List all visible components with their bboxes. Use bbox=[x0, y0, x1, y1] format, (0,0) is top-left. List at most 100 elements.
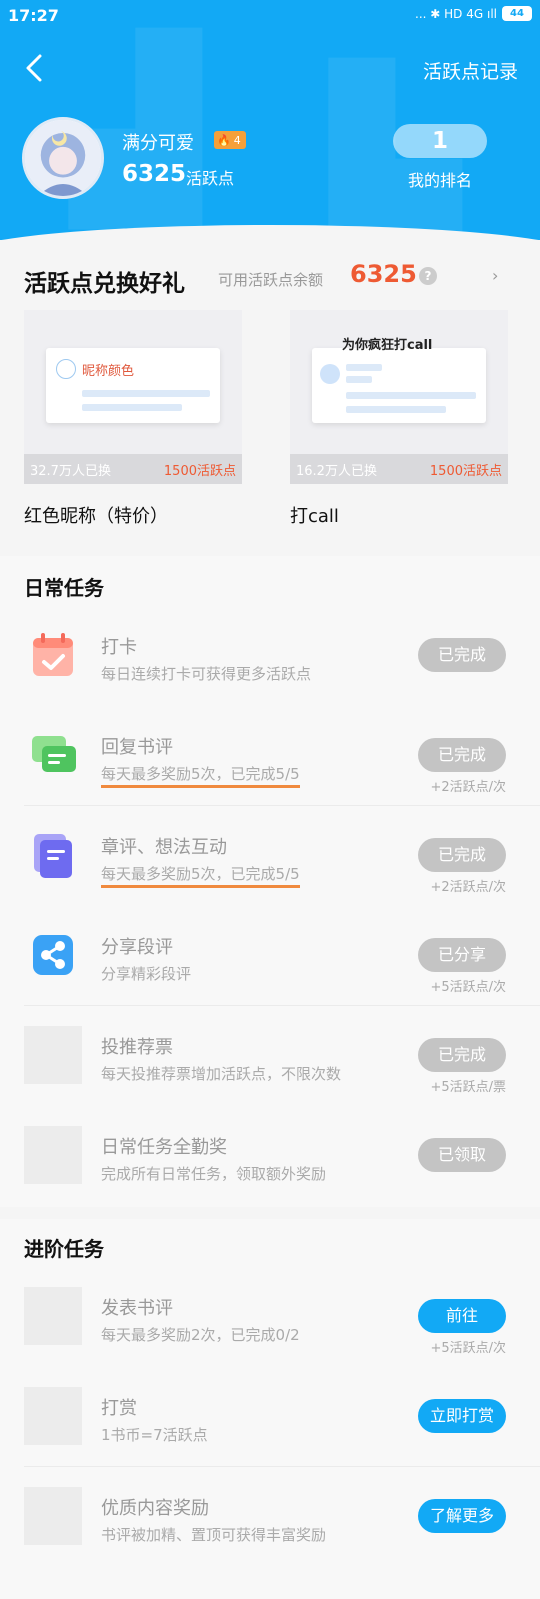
header: ▟ ▙ 17:27 ... ✱ HD 4G ıll 44 活跃点记录 满分可爱 … bbox=[0, 0, 540, 240]
task-tip: 打赏 1书币=7活跃点 立即打赏 bbox=[0, 1367, 540, 1467]
avatar-illustration bbox=[25, 120, 101, 196]
vote-icon bbox=[24, 1026, 82, 1084]
task-title: 打卡 bbox=[101, 637, 137, 658]
chevron-right-icon[interactable]: › bbox=[492, 266, 498, 285]
task-description: 每天最多奖励5次，已完成5/5 bbox=[101, 763, 300, 788]
gift-icon bbox=[24, 1126, 82, 1184]
rank-label: 我的排名 bbox=[407, 171, 472, 190]
battery-icon: 44 bbox=[502, 6, 532, 21]
gift-price: 1500活跃点 bbox=[163, 464, 236, 479]
task-button[interactable]: 已完成 bbox=[418, 738, 506, 772]
task-description: 每日连续打卡可获得更多活跃点 bbox=[101, 665, 312, 683]
task-description: 书评被加精、置顶可获得丰富奖励 bbox=[101, 1526, 327, 1544]
status-time: 17:27 bbox=[8, 6, 59, 25]
avatar-placeholder-icon bbox=[320, 364, 340, 384]
flame-icon: 🔥 bbox=[217, 133, 231, 147]
task-button[interactable]: 已完成 bbox=[418, 1038, 506, 1072]
user-outline-icon bbox=[56, 359, 76, 379]
balance-label: 可用活跃点余额 bbox=[218, 271, 324, 289]
exchange-section: 活跃点兑换好礼 可用活跃点余额 6325 ? › 昵称颜色 32.7万人已换 1… bbox=[0, 240, 540, 543]
task-description: 每天最多奖励5次，已完成5/5 bbox=[101, 863, 300, 888]
gift-card-red-nickname[interactable]: 昵称颜色 32.7万人已换 1500活跃点 bbox=[24, 310, 242, 484]
task-description: 每天最多奖励2次，已完成0/2 bbox=[101, 1326, 300, 1344]
task-title: 日常任务全勤奖 bbox=[101, 1137, 227, 1158]
level-value: 4 bbox=[233, 133, 241, 147]
task-description: 完成所有日常任务，领取额外奖励 bbox=[101, 1165, 327, 1183]
advanced-tasks-section: 进阶任务 发表书评 每天最多奖励2次，已完成0/2 前往 +5活跃点/次 打赏 … bbox=[0, 1219, 540, 1599]
section-title: 进阶任务 bbox=[24, 1237, 104, 1261]
back-arrow-icon bbox=[26, 54, 42, 82]
task-reward: +2活跃点/次 bbox=[430, 880, 506, 895]
award-icon bbox=[24, 1487, 82, 1545]
placeholder-bar bbox=[346, 376, 372, 383]
exchange-title: 活跃点兑换好礼 bbox=[24, 271, 185, 297]
task-attendance-bonus: 日常任务全勤奖 完成所有日常任务，领取额外奖励 已领取 bbox=[0, 1106, 540, 1206]
task-title: 打赏 bbox=[101, 1398, 137, 1419]
chat-bubble-icon bbox=[24, 726, 82, 784]
gift-exchange-count: 16.2万人已换 bbox=[296, 464, 377, 479]
task-button[interactable]: 前往 bbox=[418, 1299, 506, 1333]
status-icons: ... ✱ HD 4G ıll 44 bbox=[415, 6, 532, 21]
task-reward: +5活跃点/次 bbox=[430, 1341, 506, 1356]
review-icon bbox=[24, 1287, 82, 1345]
task-button[interactable]: 立即打赏 bbox=[418, 1399, 506, 1433]
activity-record-link[interactable]: 活跃点记录 bbox=[423, 57, 518, 84]
placeholder-bar bbox=[82, 404, 182, 411]
note-icon bbox=[24, 826, 82, 884]
task-description: 1书币=7活跃点 bbox=[101, 1426, 208, 1444]
calendar-icon bbox=[24, 626, 82, 684]
task-reply-review: 回复书评 每天最多奖励5次，已完成5/5 已完成 +2活跃点/次 bbox=[0, 706, 540, 806]
gift-footer: 32.7万人已换 1500活跃点 bbox=[24, 454, 242, 484]
gift-preview: 昵称颜色 bbox=[46, 348, 220, 423]
task-title: 分享段评 bbox=[101, 937, 173, 958]
points-unit: 活跃点 bbox=[186, 169, 235, 188]
gift-footer: 16.2万人已换 1500活跃点 bbox=[290, 454, 508, 484]
placeholder-bar bbox=[346, 392, 476, 399]
task-reward: +2活跃点/次 bbox=[430, 780, 506, 795]
task-chapter-comment: 章评、想法互动 每天最多奖励5次，已完成5/5 已完成 +2活跃点/次 bbox=[0, 806, 540, 906]
rank-value[interactable]: 1 bbox=[393, 124, 487, 158]
task-title: 投推荐票 bbox=[101, 1037, 173, 1058]
task-button[interactable]: 已完成 bbox=[418, 838, 506, 872]
tip-icon bbox=[24, 1387, 82, 1445]
task-share: 分享段评 分享精彩段评 已分享 +5活跃点/次 bbox=[0, 906, 540, 1006]
share-icon bbox=[24, 926, 82, 984]
help-icon[interactable]: ? bbox=[419, 267, 437, 285]
gift-card-call[interactable]: 为你疯狂打call 16.2万人已换 1500活跃点 bbox=[290, 310, 508, 484]
task-reward: +5活跃点/次 bbox=[430, 980, 506, 995]
gift-preview-text: 昵称颜色 bbox=[82, 364, 135, 379]
task-reward: +5活跃点/票 bbox=[430, 1080, 506, 1095]
balance-value: 6325 bbox=[350, 260, 417, 288]
daily-tasks-section: 日常任务 打卡 每日连续打卡可获得更多活跃点 已完成 回复书评 每天最多奖励5次… bbox=[0, 556, 540, 1207]
level-badge: 🔥 4 bbox=[214, 131, 246, 149]
gift-name[interactable]: 红色昵称（特价） bbox=[24, 502, 168, 528]
task-title: 发表书评 bbox=[101, 1298, 173, 1319]
gift-name[interactable]: 打call bbox=[290, 502, 339, 528]
section-title: 日常任务 bbox=[24, 576, 104, 600]
status-bar: 17:27 ... ✱ HD 4G ıll 44 bbox=[0, 0, 540, 34]
task-button[interactable]: 已完成 bbox=[418, 638, 506, 672]
task-checkin: 打卡 每日连续打卡可获得更多活跃点 已完成 bbox=[0, 606, 540, 706]
task-button[interactable]: 了解更多 bbox=[418, 1499, 506, 1533]
placeholder-bar bbox=[346, 406, 446, 413]
gift-exchange-count: 32.7万人已换 bbox=[30, 464, 111, 479]
task-title: 章评、想法互动 bbox=[101, 837, 227, 858]
task-title: 优质内容奖励 bbox=[101, 1498, 209, 1519]
gift-price: 1500活跃点 bbox=[429, 464, 502, 479]
task-button[interactable]: 已分享 bbox=[418, 938, 506, 972]
task-post-review: 发表书评 每天最多奖励2次，已完成0/2 前往 +5活跃点/次 bbox=[0, 1267, 540, 1367]
task-vote: 投推荐票 每天投推荐票增加活跃点，不限次数 已完成 +5活跃点/票 bbox=[0, 1006, 540, 1106]
back-button[interactable] bbox=[22, 52, 50, 84]
points-value: 6325 bbox=[122, 161, 187, 187]
username: 满分可爱 bbox=[122, 133, 194, 154]
task-description: 每天投推荐票增加活跃点，不限次数 bbox=[101, 1065, 342, 1083]
call-banner-text: 为你疯狂打call bbox=[342, 338, 433, 353]
signal-icons: ... ✱ HD 4G ıll bbox=[415, 6, 497, 21]
placeholder-bar bbox=[346, 364, 382, 371]
task-button[interactable]: 已领取 bbox=[418, 1138, 506, 1172]
placeholder-bar bbox=[82, 390, 210, 397]
gift-preview bbox=[312, 348, 486, 423]
task-quality-content: 优质内容奖励 书评被加精、置顶可获得丰富奖励 了解更多 bbox=[0, 1467, 540, 1567]
avatar[interactable] bbox=[22, 117, 104, 199]
task-title: 回复书评 bbox=[101, 737, 173, 758]
